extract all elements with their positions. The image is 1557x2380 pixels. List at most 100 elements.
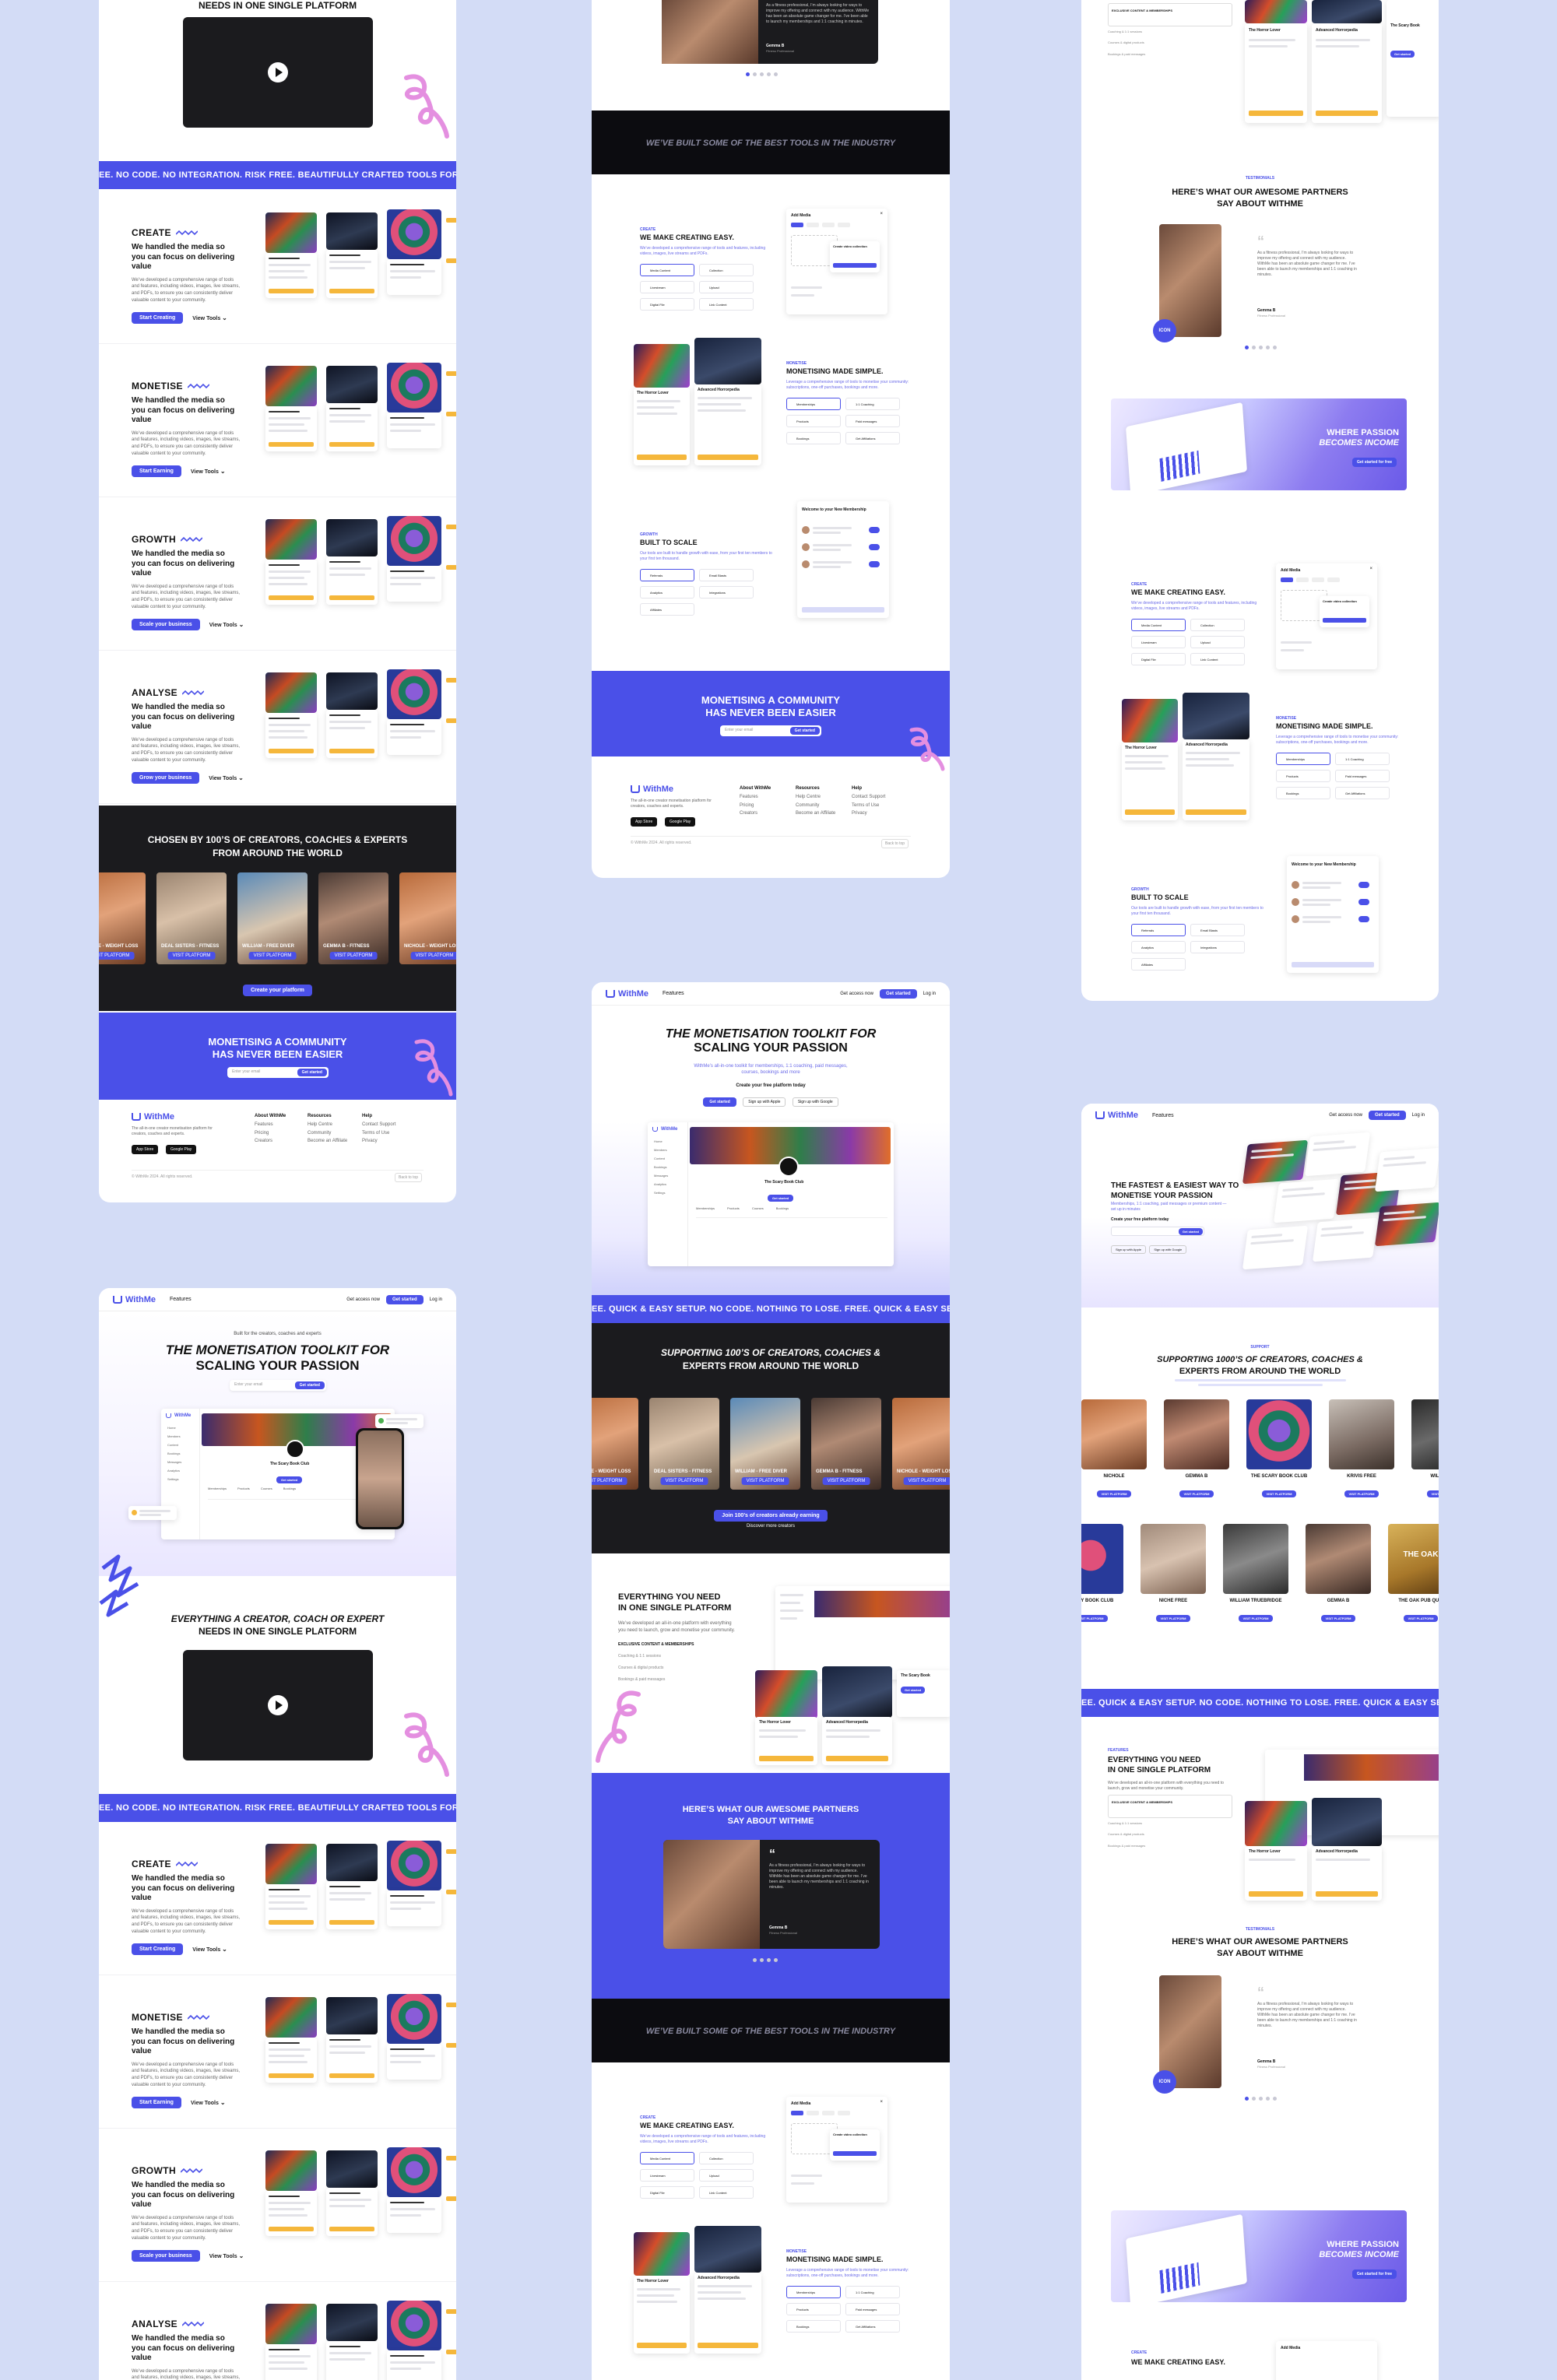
view-tools-link[interactable]: View Tools ⌄ [191, 468, 226, 475]
content-tile[interactable] [694, 338, 761, 384]
content-tile[interactable] [326, 2150, 378, 2188]
visit-platform-badge[interactable]: VISIT PLATFORM [1097, 1490, 1131, 1497]
create-option[interactable]: Link Content [699, 2185, 754, 2199]
creator-portrait[interactable] [1081, 1524, 1123, 1594]
monetise-option[interactable]: Bookings [1276, 786, 1330, 799]
hero-email-input[interactable]: Enter your email [234, 1382, 262, 1387]
create-option[interactable]: Upload [699, 2168, 754, 2182]
feature-list-item[interactable]: EXCLUSIVE CONTENT & MEMBERSHIPS [618, 1639, 735, 1651]
product-card[interactable] [326, 2034, 378, 2083]
monetise-option[interactable]: Memberships [786, 2285, 841, 2298]
hero-get-started-button[interactable]: Get started [294, 1381, 325, 1389]
monetise-option[interactable]: Paid messages [845, 2302, 900, 2315]
content-tile[interactable] [265, 2150, 317, 2191]
nav-get-access-link[interactable]: Get access now [840, 992, 873, 996]
view-tools-link[interactable]: View Tools ⌄ [192, 1946, 227, 1953]
toggle-switch[interactable] [1358, 882, 1369, 888]
create-option[interactable]: Digital File [640, 297, 694, 311]
create-option[interactable]: Digital File [1131, 652, 1186, 665]
product-card[interactable] [387, 1890, 441, 1926]
product-card[interactable] [265, 2190, 317, 2236]
feature-cta-button[interactable]: Scale your business [132, 2249, 200, 2262]
content-tile[interactable] [1183, 693, 1249, 739]
nav-login-link[interactable]: Log in [923, 992, 936, 996]
creator-portrait[interactable]: DEAL SISTERS - FITNESS VISIT PLATFORM [156, 872, 227, 964]
nav-logo[interactable]: WithMe [113, 1295, 156, 1304]
content-tile[interactable] [387, 2300, 441, 2350]
product-card[interactable] [387, 2043, 441, 2080]
sidebar-item-members[interactable]: Members [654, 1148, 667, 1152]
visit-platform-badge[interactable]: VISIT PLATFORM [592, 1477, 627, 1485]
product-card[interactable] [326, 556, 378, 605]
join-creators-button[interactable]: Join 100’s of creators already earning [714, 1510, 828, 1522]
create-option[interactable]: Livestream [640, 2168, 694, 2182]
monetise-option[interactable]: 1:1 Coaching [845, 2285, 900, 2298]
visit-platform-badge[interactable]: VISIT PLATFORM [1156, 1615, 1190, 1622]
product-card[interactable] [326, 709, 378, 758]
content-tile[interactable] [1122, 699, 1178, 742]
feature-cta-button[interactable]: Start Earning [132, 465, 181, 477]
content-tile[interactable] [326, 672, 378, 710]
scale-option[interactable]: Integrations [699, 585, 754, 599]
carousel-dots[interactable] [1245, 2097, 1277, 2101]
sidebar-item-content[interactable]: Content [654, 1157, 665, 1160]
buy-button[interactable]: Get started [901, 1687, 926, 1694]
google-play-badge[interactable]: Google Play [166, 1145, 197, 1154]
play-icon[interactable] [268, 62, 288, 82]
content-tile[interactable] [265, 2303, 317, 2344]
monetise-option[interactable]: Get Affiliations [1335, 786, 1390, 799]
nav-login-link[interactable]: Log in [430, 1297, 442, 1302]
scale-option[interactable]: Integrations [1190, 940, 1245, 953]
product-card[interactable] [326, 1880, 378, 1929]
footer-logo[interactable]: WithMe [631, 785, 673, 794]
content-tile[interactable] [265, 212, 317, 253]
community-get-started-button[interactable]: Get started [297, 1069, 327, 1076]
nav-get-started-button[interactable]: Get started [1368, 1111, 1406, 1120]
product-card[interactable]: The Horror Lover [1245, 1846, 1307, 1901]
nav-get-access-link[interactable]: Get access now [1329, 1113, 1362, 1118]
monetise-option[interactable]: Get Affiliations [845, 431, 900, 444]
toggle-switch[interactable] [869, 561, 880, 567]
creator-portrait[interactable] [1164, 1399, 1229, 1469]
create-option[interactable]: Digital File [640, 2185, 694, 2199]
monetise-option[interactable]: Products [1276, 769, 1330, 782]
creator-portrait[interactable] [1329, 1399, 1394, 1469]
creator-portrait[interactable]: GEMMA B - FITNESS VISIT PLATFORM [811, 1398, 881, 1490]
content-tile[interactable] [822, 1666, 892, 1718]
sidebar-item-bookings[interactable]: Bookings [654, 1165, 666, 1169]
community-email-input[interactable]: Enter your email [725, 728, 753, 732]
product-card[interactable] [326, 2340, 378, 2380]
toggle-switch[interactable] [1358, 899, 1369, 905]
product-card[interactable] [265, 1883, 317, 1929]
product-card[interactable]: The Horror Lover [634, 2276, 690, 2354]
google-play-badge[interactable]: Google Play [665, 817, 696, 827]
community-get-started-button[interactable]: Get started [789, 727, 820, 735]
content-tile[interactable] [634, 344, 690, 388]
content-tile[interactable] [326, 1996, 378, 2034]
product-card[interactable] [265, 2343, 317, 2380]
join-button[interactable]: Get started [276, 1476, 303, 1483]
google-signup-button[interactable]: Sign up with Google [1149, 1245, 1187, 1254]
nav-get-access-link[interactable]: Get access now [346, 1297, 380, 1302]
visit-platform-badge[interactable]: VISIT PLATFORM [741, 1477, 789, 1485]
tab-bookings[interactable]: Bookings [776, 1206, 789, 1210]
video-player[interactable] [183, 17, 373, 128]
product-card[interactable] [265, 712, 317, 758]
tab-memberships[interactable]: Memberships [208, 1487, 227, 1490]
content-tile[interactable] [387, 1993, 441, 2044]
create-option[interactable]: Link Content [699, 297, 754, 311]
tab-bookings[interactable]: Bookings [283, 1487, 296, 1490]
product-card[interactable]: Advanced Horrorpedia [1312, 1846, 1382, 1901]
content-tile[interactable] [387, 209, 441, 259]
content-tile[interactable] [387, 669, 441, 719]
hero-get-started-button[interactable]: Get started [703, 1097, 736, 1107]
buy-button[interactable]: Get started [1390, 51, 1415, 58]
creator-portrait[interactable] [1306, 1524, 1371, 1594]
content-tile[interactable] [1312, 1798, 1382, 1846]
tab-courses[interactable]: Courses [261, 1487, 272, 1490]
sidebar-item-bookings[interactable]: Bookings [167, 1452, 180, 1455]
creator-portrait[interactable] [1246, 1399, 1312, 1469]
view-tools-link[interactable]: View Tools ⌄ [209, 2252, 244, 2259]
carousel-dots[interactable] [746, 1958, 778, 1962]
monetise-option[interactable]: Bookings [786, 2319, 841, 2333]
